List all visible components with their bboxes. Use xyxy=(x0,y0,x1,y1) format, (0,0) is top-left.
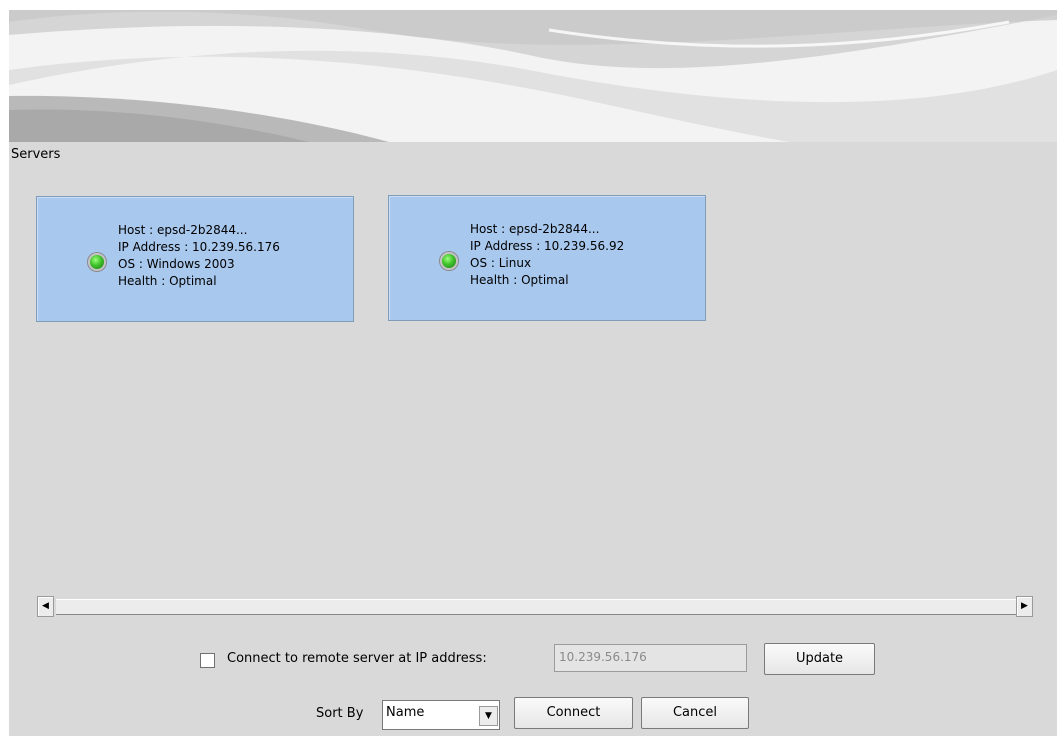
server-os: OS : Windows 2003 xyxy=(118,257,235,271)
sort-by-value: Name xyxy=(386,705,425,720)
chevron-down-icon[interactable]: ▼ xyxy=(479,706,498,726)
server-os: OS : Linux xyxy=(470,256,532,270)
server-card[interactable]: Host : epsd-2b2844... IP Address : 10.23… xyxy=(36,196,354,322)
remote-connect-checkbox[interactable] xyxy=(200,653,215,668)
sort-by-select[interactable]: Name ▼ xyxy=(382,700,500,730)
servers-panel: Servers Host : epsd-2b2844... IP Address… xyxy=(9,142,1057,736)
remote-ip-input[interactable]: 10.239.56.176 xyxy=(554,644,747,672)
server-host: Host : epsd-2b2844... xyxy=(118,223,248,237)
server-host: Host : epsd-2b2844... xyxy=(470,222,600,236)
banner-swoosh-graphic xyxy=(9,10,1057,142)
server-health: Health : Optimal xyxy=(118,274,217,288)
update-button[interactable]: Update xyxy=(764,643,875,675)
status-ok-icon xyxy=(88,253,106,271)
servers-panel-title: Servers xyxy=(11,147,61,162)
scroll-right-icon[interactable]: ▶ xyxy=(1016,596,1033,617)
server-card[interactable]: Host : epsd-2b2844... IP Address : 10.23… xyxy=(388,195,706,321)
scroll-left-icon[interactable]: ◀ xyxy=(37,596,54,617)
server-ip: IP Address : 10.239.56.92 xyxy=(470,239,625,253)
cancel-button[interactable]: Cancel xyxy=(641,697,749,729)
status-ok-icon xyxy=(440,252,458,270)
server-ip: IP Address : 10.239.56.176 xyxy=(118,240,280,254)
scrollbar-track[interactable] xyxy=(56,599,1016,615)
server-health: Health : Optimal xyxy=(470,273,569,287)
remote-connect-label[interactable]: Connect to remote server at IP address: xyxy=(227,651,487,666)
connect-button[interactable]: Connect xyxy=(514,697,633,729)
header-banner xyxy=(9,10,1057,142)
horizontal-scrollbar[interactable]: ◀ ▶ xyxy=(37,596,1033,619)
sort-by-label: Sort By xyxy=(316,706,364,721)
